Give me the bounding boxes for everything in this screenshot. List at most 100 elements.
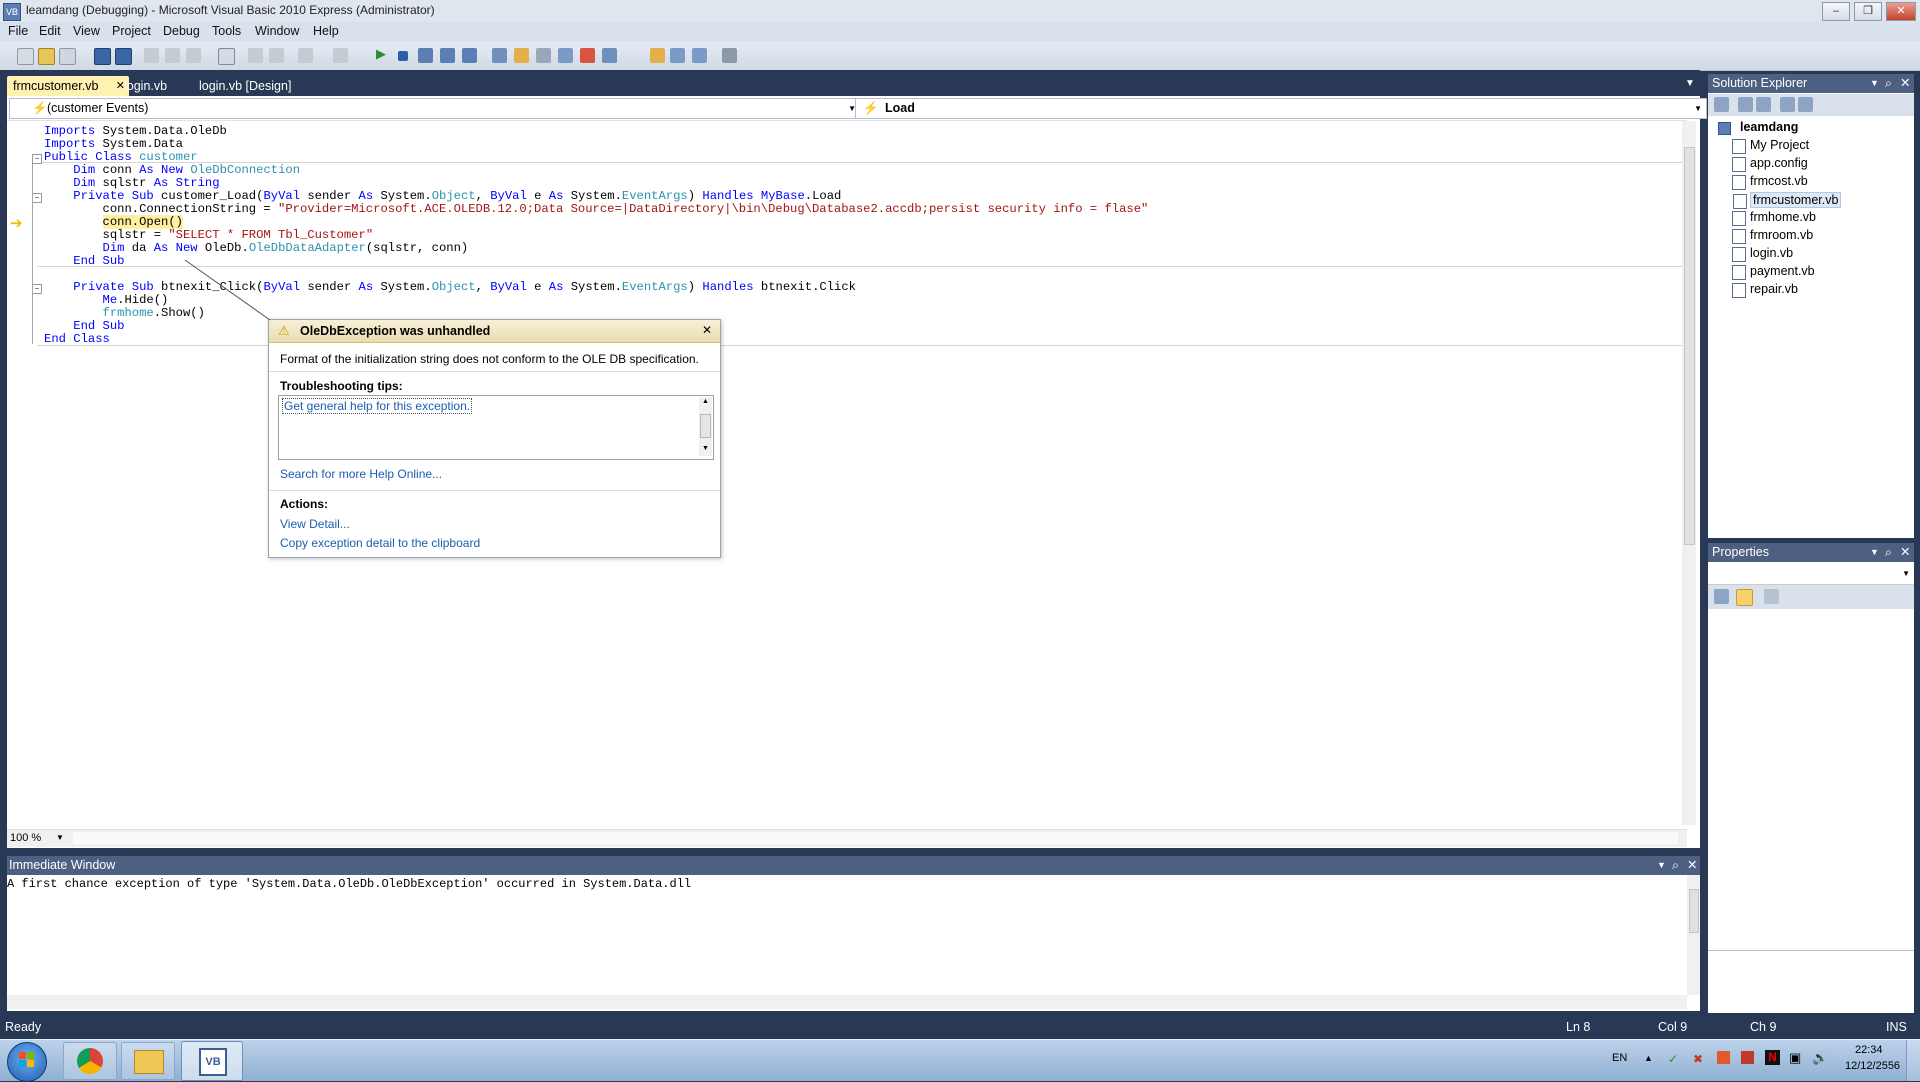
menu-debug[interactable]: Debug [163,24,200,38]
code-line[interactable]: sqlstr = "SELECT * FROM Tbl_Customer" [44,228,374,242]
code-line[interactable]: Me.Hide() [44,293,169,307]
copy-detail-link[interactable]: Copy exception detail to the clipboard [280,536,480,550]
add-item-icon[interactable] [59,48,76,65]
code-area[interactable]: − − − ➔ Imports System.Data.OleDb Imports… [7,120,1696,825]
window-icon[interactable] [670,48,685,63]
scrollbar-thumb[interactable] [1684,147,1695,545]
scroll-up-icon[interactable]: ▲ [702,398,709,405]
pin-icon[interactable]: ⌕ [1885,543,1892,562]
code-line[interactable]: End Sub [44,254,124,268]
volume-icon[interactable]: 🔊 [1812,1050,1828,1066]
language-indicator[interactable]: EN [1612,1052,1627,1064]
comment-icon[interactable] [248,48,263,63]
tray-n-icon[interactable]: N [1765,1050,1780,1065]
collapse-icon[interactable]: − [32,154,42,164]
close-icon[interactable]: ✕ [1900,74,1910,93]
toolbar-options-icon[interactable] [722,48,737,63]
close-icon[interactable]: ✕ [1687,856,1697,875]
stop-icon[interactable] [398,51,408,61]
menu-file[interactable]: File [8,24,28,38]
tips-list[interactable]: Get general help for this exception. ▲ ▼ [278,395,714,460]
step-over-icon[interactable] [440,48,455,63]
solution-item[interactable]: My Project [1732,138,1809,154]
categorized-icon[interactable] [1714,589,1729,604]
immediate-window-icon[interactable] [692,48,707,63]
show-all-files-icon[interactable] [1738,97,1753,112]
code-editor[interactable]: ⚡ (customer Events) ▼ ⚡ Load ▼ − − − ➔ I… [7,96,1707,848]
show-hidden-icons-icon[interactable]: ▲ [1644,1053,1653,1063]
tray-app-icon[interactable] [1717,1051,1730,1064]
dropdown-icon[interactable]: ▼ [1870,74,1879,93]
tab-frmcustomer[interactable]: frmcustomer.vb ✕ [7,76,129,96]
object-selector[interactable]: ▼ [1708,564,1914,585]
object-browser-icon[interactable] [558,48,573,63]
menu-help[interactable]: Help [313,24,339,38]
pin-icon[interactable]: ⌕ [1672,856,1679,875]
code-line[interactable]: End Sub [44,319,124,333]
code-line[interactable]: Imports System.Data.OleDb [44,124,227,138]
solution-item[interactable]: repair.vb [1732,282,1798,298]
dropdown-icon[interactable]: ▼ [1870,543,1879,562]
project-node[interactable]: leamdang [1740,120,1798,134]
tray-app-icon[interactable] [1741,1051,1754,1064]
horizontal-scrollbar[interactable] [7,995,1687,1009]
toolbox-icon[interactable] [536,48,551,63]
code-line[interactable]: conn.Open() [44,215,183,229]
solution-item[interactable]: frmhome.vb [1732,210,1816,226]
cut-icon[interactable] [144,48,159,63]
properties-icon[interactable] [1714,97,1729,112]
zoom-dropdown-icon[interactable]: ▼ [56,833,64,842]
solution-item[interactable]: payment.vb [1732,264,1815,280]
taskbar-chrome[interactable] [63,1042,117,1080]
tab-login[interactable]: login.vb [118,76,173,96]
zoom-level[interactable]: 100 % [10,832,41,844]
solution-item[interactable]: frmcustomer.vb [1733,192,1842,209]
solution-item[interactable]: frmcost.vb [1732,174,1808,190]
solution-item[interactable]: frmroom.vb [1732,228,1813,244]
refresh-icon[interactable] [1756,97,1771,112]
undo-icon[interactable] [298,48,313,63]
vertical-scrollbar[interactable] [1682,121,1696,825]
code-line[interactable]: Public Class customer [44,150,198,164]
collapse-icon[interactable]: − [32,193,42,203]
bookmark-icon[interactable] [650,48,665,63]
immediate-window[interactable]: A first chance exception of type 'System… [7,875,1700,1011]
new-project-icon[interactable] [17,48,34,65]
clock-time[interactable]: 22:34 [1855,1044,1883,1056]
code-line[interactable]: Dim sqlstr As String [44,176,219,190]
close-icon[interactable]: ✕ [1900,543,1910,562]
solution-item[interactable]: app.config [1732,156,1808,172]
scroll-down-icon[interactable]: ▼ [702,445,709,452]
save-icon[interactable] [94,48,111,65]
redo-icon[interactable] [333,48,348,63]
code-line[interactable]: Dim conn As New OleDbConnection [44,163,300,177]
open-icon[interactable] [38,48,55,65]
start-page-icon[interactable] [602,48,617,63]
menu-tools[interactable]: Tools [212,24,241,38]
dropdown-icon[interactable]: ▼ [1657,856,1666,875]
pin-icon[interactable]: ⌕ [1885,74,1892,93]
taskbar-explorer[interactable] [121,1042,175,1080]
tab-login-design[interactable]: login.vb [Design] [193,76,297,96]
save-all-icon[interactable] [115,48,132,65]
continue-icon[interactable]: ▶ [376,46,391,61]
step-into-icon[interactable] [418,48,433,63]
collapse-icon[interactable]: − [32,284,42,294]
minimize-button[interactable]: – [1822,2,1850,21]
find-icon[interactable] [218,48,235,65]
code-line[interactable]: End Class [44,332,110,346]
solution-explorer-icon[interactable] [492,48,507,63]
start-button-icon[interactable] [7,1042,47,1082]
menu-project[interactable]: Project [112,24,151,38]
network-icon[interactable]: ▣ [1789,1050,1801,1066]
code-line[interactable]: Imports System.Data [44,137,183,151]
copy-icon[interactable] [165,48,180,63]
alphabetical-icon[interactable] [1736,589,1753,606]
property-pages-icon[interactable] [1764,589,1779,604]
solution-item[interactable]: login.vb [1732,246,1793,262]
code-line[interactable]: conn.ConnectionString = "Provider=Micros… [44,202,1149,216]
general-help-link[interactable]: Get general help for this exception. [282,398,473,414]
horizontal-scrollbar[interactable] [73,832,1678,844]
code-line[interactable]: Private Sub customer_Load(ByVal sender A… [44,189,841,203]
code-line[interactable]: Dim da As New OleDb.OleDbDataAdapter(sql… [44,241,469,255]
